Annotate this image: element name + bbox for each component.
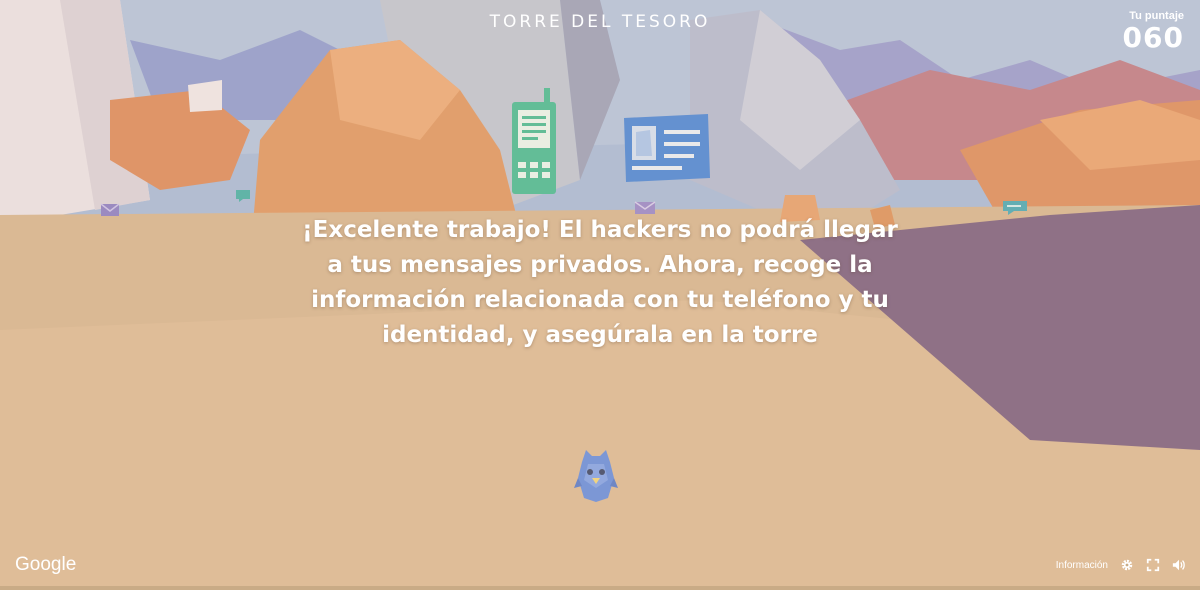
google-logo: Google [15, 554, 77, 575]
chat-bubble-icon [1003, 201, 1027, 215]
envelope-item[interactable] [100, 202, 120, 218]
fullscreen-icon[interactable] [1146, 558, 1160, 572]
envelope-icon [100, 203, 120, 216]
footer-controls: Información [1056, 558, 1186, 572]
game-title: TORRE DEL TESORO [489, 12, 711, 32]
chat-bubble-icon [236, 190, 250, 202]
phone-item[interactable] [508, 88, 560, 196]
feedback-message: ¡Excelente trabajo! El hackers no podrá … [302, 217, 898, 348]
player-avatar-icon [574, 450, 618, 502]
phone-icon [512, 88, 556, 194]
score-value: 060 [1122, 21, 1184, 54]
gear-icon[interactable] [1120, 558, 1134, 572]
info-link[interactable]: Información [1056, 560, 1108, 571]
id-card-item[interactable] [620, 112, 712, 186]
player-character[interactable] [574, 448, 618, 504]
chat-bubble-item[interactable] [235, 188, 251, 202]
chat-bubble-item[interactable] [1002, 200, 1028, 216]
id-card-icon [624, 114, 710, 182]
speaker-icon[interactable] [1172, 558, 1186, 572]
score-panel: Tu puntaje 060 [1123, 10, 1184, 52]
